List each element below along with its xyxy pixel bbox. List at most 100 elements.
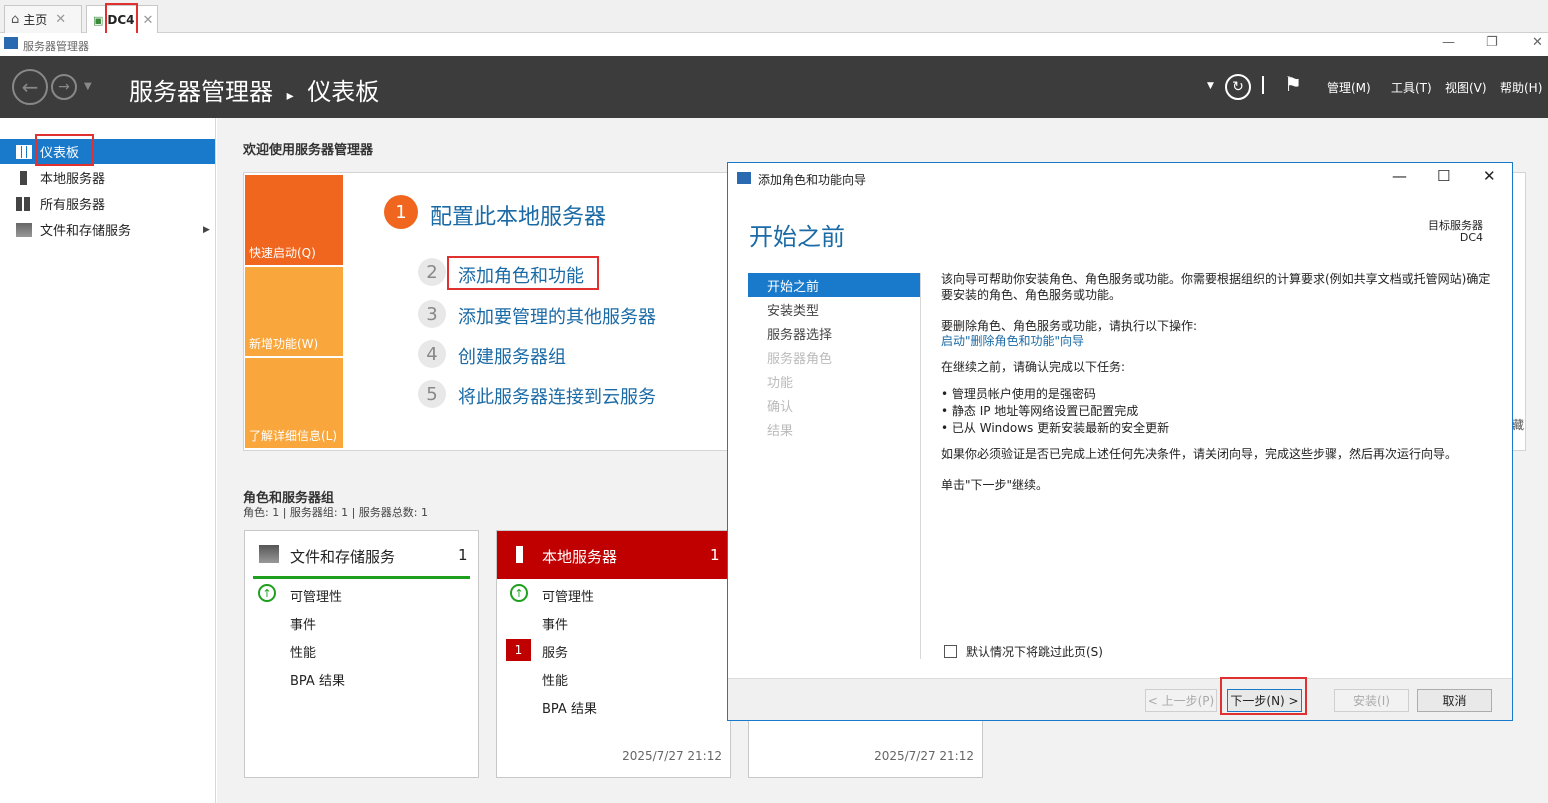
skip-page-label[interactable]: 默认情况下将跳过此页(S) xyxy=(966,643,1103,660)
wizard-nav-before-begin[interactable]: 开始之前 xyxy=(748,273,920,297)
server-manager-header: ← → ▼ 服务器管理器 ▸ 仪表板 ▼ ↻ ⚑ 管理(M) 工具(T) 视图(… xyxy=(0,56,1548,118)
menu-help[interactable]: 帮助(H) xyxy=(1500,79,1542,96)
previous-button[interactable]: < 上一步(P) xyxy=(1145,689,1217,712)
step-create-server-group[interactable]: 创建服务器组 xyxy=(458,343,566,369)
skip-page-checkbox[interactable] xyxy=(944,645,957,658)
step-add-other-servers[interactable]: 添加要管理的其他服务器 xyxy=(458,303,656,329)
card-title: 本地服务器 xyxy=(542,548,618,566)
card-row-bpa[interactable]: BPA 结果 xyxy=(290,670,345,689)
card-row-events[interactable]: 事件 xyxy=(542,614,568,633)
close-icon[interactable]: ✕ xyxy=(55,12,66,27)
sidebar-item-all-servers[interactable]: 所有服务器 xyxy=(0,191,215,216)
intro-text-cont: 要安装的角色、角色服务或功能。 xyxy=(941,288,1122,302)
browser-tab-strip: ⌂ 主页 ✕ ▣ DC4 ✕ xyxy=(0,0,1548,47)
roles-summary: 角色: 1 | 服务器组: 1 | 服务器总数: 1 xyxy=(243,506,429,519)
close-icon[interactable]: ✕ xyxy=(1532,35,1543,50)
wizard-nav-install-type[interactable]: 安装类型 xyxy=(748,297,920,321)
wizard-nav-server-select[interactable]: 服务器选择 xyxy=(748,321,920,345)
step-number: 5 xyxy=(418,380,446,408)
step-add-roles-features[interactable]: 添加角色和功能 xyxy=(458,262,584,288)
step-number: 1 xyxy=(384,195,418,229)
nav-divider xyxy=(920,273,921,659)
card-row-bpa[interactable]: BPA 结果 xyxy=(542,698,597,717)
card-row-manageability[interactable]: 可管理性 xyxy=(290,586,342,605)
menu-manage[interactable]: 管理(M) xyxy=(1327,79,1371,96)
sidebar-item-dashboard[interactable]: 仪表板 xyxy=(0,139,215,164)
prereq-bullet: • 静态 IP 地址等网络设置已配置完成 xyxy=(941,404,1139,418)
menu-view[interactable]: 视图(V) xyxy=(1445,79,1487,96)
step-connect-cloud[interactable]: 将此服务器连接到云服务 xyxy=(458,383,656,409)
wizard-nav-results: 结果 xyxy=(767,423,794,439)
dropdown-icon[interactable]: ▼ xyxy=(1207,81,1214,91)
server-icon xyxy=(20,170,27,185)
verify-text: 如果你必须验证是否已完成上述任何先决条件，请关闭向导，完成这些步骤，然后再次运行… xyxy=(941,447,1458,461)
role-card-local-server[interactable]: 本地服务器 1 ↑ 可管理性 事件 1 服务 性能 BPA 结果 2025/7/… xyxy=(496,530,731,778)
app-title: 服务器管理器 xyxy=(23,40,89,53)
tile-whats-new[interactable]: 新增功能(W) xyxy=(245,267,343,356)
back-button[interactable]: ← xyxy=(12,69,48,105)
file-storage-icon xyxy=(259,545,279,563)
breadcrumb-separator: ▸ xyxy=(286,88,294,104)
tile-learn-more[interactable]: 了解详细信息(L) xyxy=(245,358,343,448)
card-timestamp: 2025/7/27 21:12 xyxy=(622,749,722,763)
expand-arrow-icon[interactable]: ▶ xyxy=(203,225,210,235)
tab-dc4-label: DC4 xyxy=(107,13,135,27)
continue-text: 单击"下一步"继续。 xyxy=(941,478,1049,492)
separator-bar xyxy=(1262,76,1264,94)
home-icon: ⌂ xyxy=(11,12,20,27)
hide-link[interactable]: 藏 xyxy=(1512,416,1524,433)
next-button[interactable]: 下一步(N) > xyxy=(1227,689,1302,712)
install-button[interactable]: 安装(I) xyxy=(1334,689,1409,712)
breadcrumb-root[interactable]: 服务器管理器 xyxy=(129,78,273,106)
prereq-heading: 在继续之前，请确认完成以下任务: xyxy=(941,360,1126,374)
app-title-bar: 服务器管理器 — ❐ ✕ xyxy=(0,33,1548,56)
card-count: 1 xyxy=(458,546,468,564)
wizard-nav-server-roles: 服务器角色 xyxy=(767,351,833,367)
card-header[interactable]: 本地服务器 1 xyxy=(497,531,730,579)
card-row-services[interactable]: 服务 xyxy=(542,642,568,661)
tile-quick-start[interactable]: 快速启动(Q) xyxy=(245,175,343,265)
close-icon[interactable]: ✕ xyxy=(1483,167,1496,185)
card-row-manageability[interactable]: 可管理性 xyxy=(542,586,594,605)
tab-home[interactable]: ⌂ 主页 ✕ xyxy=(4,5,82,33)
wizard-page-title: 开始之前 xyxy=(749,223,845,251)
close-icon[interactable]: ✕ xyxy=(143,13,154,28)
wizard-nav-confirm: 确认 xyxy=(767,399,794,415)
card-header[interactable]: 文件和存储服务 1 xyxy=(245,531,478,579)
card-row-performance[interactable]: 性能 xyxy=(290,642,316,661)
chevron-down-icon[interactable]: ▼ xyxy=(84,81,92,92)
step-configure-local-server[interactable]: 配置此本地服务器 xyxy=(430,199,606,231)
sidebar-item-file-storage[interactable]: 文件和存储服务 ▶ xyxy=(0,217,215,242)
sidebar-item-local-server[interactable]: 本地服务器 xyxy=(0,165,215,190)
alert-count-badge: 1 xyxy=(506,639,531,661)
card-row-events[interactable]: 事件 xyxy=(290,614,316,633)
remove-wizard-link[interactable]: 启动"删除角色和功能"向导 xyxy=(941,333,1084,349)
welcome-heading: 欢迎使用服务器管理器 xyxy=(243,143,374,158)
add-roles-wizard-dialog: 添加角色和功能向导 — ☐ ✕ 开始之前 目标服务器 DC4 开始之前 安装类型… xyxy=(727,162,1513,721)
role-card-file-storage[interactable]: 文件和存储服务 1 ↑ 可管理性 事件 性能 BPA 结果 xyxy=(244,530,479,778)
wizard-nav-features: 功能 xyxy=(767,375,794,391)
wizard-app-icon xyxy=(737,172,751,184)
app-icon xyxy=(4,37,18,49)
notifications-flag-icon[interactable]: ⚑ xyxy=(1284,72,1302,96)
minimize-icon[interactable]: — xyxy=(1442,35,1455,50)
tab-dc4[interactable]: ▣ DC4 ✕ xyxy=(86,5,158,34)
intro-text: 该向导可帮助你安装角色、角色服务或功能。你需要根据组织的计算要求(例如共享文档或… xyxy=(941,272,1491,286)
page-title: 服务器管理器 ▸ 仪表板 xyxy=(129,72,379,107)
sidebar-item-label: 仪表板 xyxy=(40,146,80,161)
prereq-bullet-text: 管理员帐户使用的是强密码 xyxy=(951,387,1096,401)
card-row-performance[interactable]: 性能 xyxy=(542,670,568,689)
sidebar-item-label: 本地服务器 xyxy=(40,172,106,187)
step-number: 2 xyxy=(418,258,446,286)
forward-button[interactable]: → xyxy=(51,74,77,100)
tab-home-label: 主页 xyxy=(23,13,48,27)
refresh-button[interactable]: ↻ xyxy=(1225,74,1251,100)
remove-instructions: 要删除角色、角色服务或功能，请执行以下操作: xyxy=(941,319,1198,333)
maximize-icon[interactable]: ☐ xyxy=(1437,167,1450,185)
card-timestamp: 2025/7/27 21:12 xyxy=(874,749,974,763)
target-server-value: DC4 xyxy=(1459,231,1483,244)
cancel-button[interactable]: 取消 xyxy=(1417,689,1492,712)
menu-tools[interactable]: 工具(T) xyxy=(1391,79,1432,96)
minimize-icon[interactable]: — xyxy=(1392,167,1407,185)
restore-icon[interactable]: ❐ xyxy=(1486,35,1498,50)
